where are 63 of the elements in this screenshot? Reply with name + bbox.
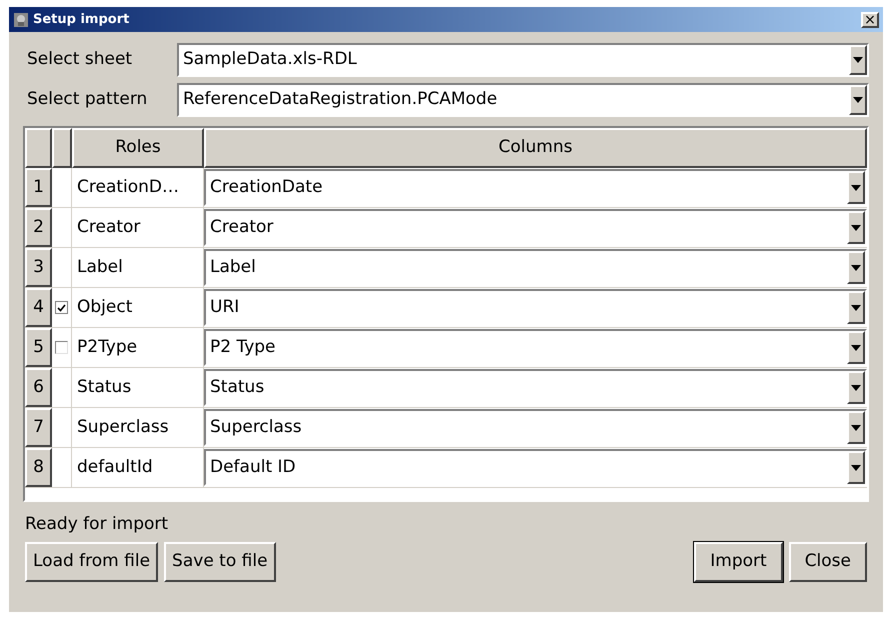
column-select[interactable]: CreationDate: [204, 169, 867, 206]
combo-value: Status: [209, 376, 266, 399]
app-icon: [13, 12, 29, 28]
combo-value: URI: [209, 296, 240, 319]
dropdown-button[interactable]: [847, 211, 865, 244]
dropdown-button[interactable]: [847, 451, 865, 484]
status-text: Ready for import: [24, 513, 170, 536]
close-button[interactable]: ×: [861, 12, 879, 28]
file-button[interactable]: Save to file: [164, 542, 276, 582]
select-field[interactable]: SampleData.xls-RDL: [177, 43, 869, 77]
row-number: 2: [25, 208, 52, 247]
combo-value: CreationDate: [209, 176, 324, 199]
combo-value: Creator: [209, 216, 274, 239]
dropdown-button[interactable]: [847, 171, 865, 204]
select-field[interactable]: ReferenceDataRegistration.PCAMode: [177, 83, 869, 117]
caret-icon: [851, 224, 861, 230]
row-checkbox[interactable]: [55, 341, 68, 354]
column-select[interactable]: Creator: [204, 209, 867, 246]
caret-icon: [851, 304, 861, 310]
dropdown-button[interactable]: [849, 85, 867, 115]
column-select[interactable]: Label: [204, 249, 867, 286]
row-checkbox[interactable]: [55, 301, 68, 314]
row-number: 5: [25, 328, 52, 367]
column-select[interactable]: Superclass: [204, 409, 867, 446]
dropdown-button[interactable]: [847, 251, 865, 284]
caret-icon: [851, 264, 861, 270]
column-header: Columns: [204, 128, 867, 168]
check-icon: [57, 304, 66, 312]
file-button[interactable]: Load from file: [25, 542, 158, 582]
row-number: 7: [25, 408, 52, 447]
combo-value: Superclass: [209, 416, 303, 439]
combo-value: P2 Type: [209, 336, 277, 359]
caret-icon: [851, 184, 861, 190]
row-number: 8: [25, 448, 52, 487]
combo-value: SampleData.xls-RDL: [182, 48, 358, 72]
column-select[interactable]: Default ID: [204, 449, 867, 486]
dropdown-button[interactable]: [847, 331, 865, 364]
column-select[interactable]: P2 Type: [204, 329, 867, 366]
window-title: Setup import: [33, 10, 130, 29]
caret-icon: [851, 424, 861, 430]
caret-icon: [851, 464, 861, 470]
dropdown-button[interactable]: [847, 291, 865, 324]
caret-icon: [851, 384, 861, 390]
dropdown-button[interactable]: [847, 411, 865, 444]
caret-icon: [853, 97, 863, 103]
combo-value: Label: [209, 256, 257, 279]
combo-value: ReferenceDataRegistration.PCAMode: [182, 88, 498, 112]
column-select[interactable]: URI: [204, 289, 867, 326]
dropdown-button[interactable]: [849, 45, 867, 75]
row-number: 6: [25, 368, 52, 407]
row-number: 4: [25, 288, 52, 327]
column-header: Roles: [72, 128, 204, 168]
row-number: 3: [25, 248, 52, 287]
dropdown-button[interactable]: [847, 371, 865, 404]
caret-icon: [853, 57, 863, 63]
column-select[interactable]: Status: [204, 369, 867, 406]
field-label: Select pattern: [26, 88, 148, 112]
combo-value: Default ID: [209, 456, 297, 479]
caret-icon: [851, 344, 861, 350]
row-number: 1: [25, 168, 52, 207]
dialog-button[interactable]: Close: [788, 542, 867, 582]
field-label: Select sheet: [26, 48, 134, 72]
dialog-button[interactable]: Import: [694, 542, 783, 582]
